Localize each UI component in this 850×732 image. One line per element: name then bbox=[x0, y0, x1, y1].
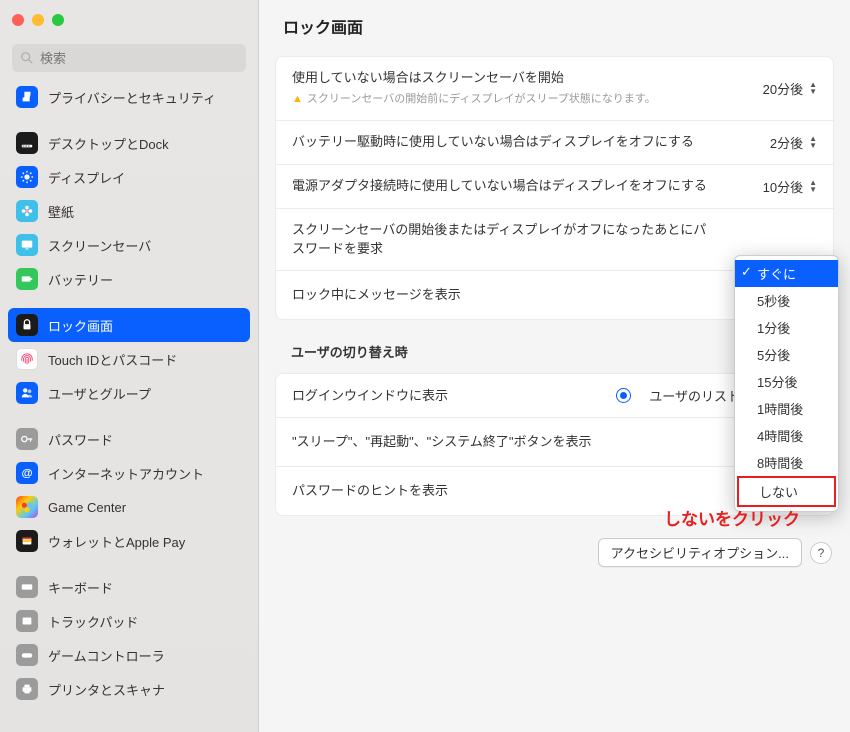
sidebar-item-label: インターネットアカウント bbox=[48, 464, 204, 483]
row-adapter-display-off: 電源アダプタ接続時に使用していない場合はディスプレイをオフにする 10分後▲▼ bbox=[276, 165, 833, 209]
sidebar-item-display[interactable]: ディスプレイ bbox=[8, 160, 250, 194]
printer-icon bbox=[16, 678, 38, 700]
stepper-icon: ▲▼ bbox=[809, 179, 817, 193]
gc-icon bbox=[16, 496, 38, 518]
sidebar-item-printer[interactable]: プリンタとスキャナ bbox=[8, 672, 250, 706]
sidebar-item-label: キーボード bbox=[48, 578, 113, 597]
row-label: スクリーンセーバの開始後またはディスプレイがオフになったあとにパスワードを要求 bbox=[292, 221, 715, 259]
sidebar-item-label: ディスプレイ bbox=[48, 168, 125, 187]
minimize-window[interactable] bbox=[32, 14, 44, 26]
stepper-icon: ▲▼ bbox=[809, 135, 817, 149]
screen-icon bbox=[16, 234, 38, 256]
battery-display-select[interactable]: 2分後▲▼ bbox=[770, 133, 817, 152]
sun-icon bbox=[16, 166, 38, 188]
sidebar-item-label: プライバシーとセキュリティ bbox=[48, 88, 216, 107]
radio-user-list[interactable] bbox=[616, 388, 631, 403]
sidebar-item-wallpaper[interactable]: 壁紙 bbox=[8, 194, 250, 228]
sidebar-item-label: プリンタとスキャナ bbox=[48, 680, 165, 699]
row-label: ロック中にメッセージを表示 bbox=[292, 286, 765, 305]
sidebar-item-users[interactable]: ユーザとグループ bbox=[8, 376, 250, 410]
adapter-display-select[interactable]: 10分後▲▼ bbox=[763, 177, 817, 196]
warning-icon: ▲ bbox=[292, 92, 303, 108]
hand-icon bbox=[16, 86, 38, 108]
dropdown-item-0[interactable]: すぐに bbox=[735, 260, 838, 287]
trackpad-icon bbox=[16, 610, 38, 632]
sidebar-item-keyboard[interactable]: キーボード bbox=[8, 570, 250, 604]
row-label: 使用していない場合はスクリーンセーバを開始 bbox=[292, 69, 751, 88]
dropdown-item-4[interactable]: 15分後 bbox=[735, 368, 838, 395]
dropdown-item-2[interactable]: 1分後 bbox=[735, 314, 838, 341]
password-delay-dropdown[interactable]: すぐに5秒後1分後5分後15分後1時間後4時間後8時間後しない bbox=[734, 255, 839, 512]
keyboard-icon bbox=[16, 576, 38, 598]
sidebar-item-gamecenter[interactable]: Game Center bbox=[8, 490, 250, 524]
battery-icon bbox=[16, 268, 38, 290]
finger-icon bbox=[16, 348, 38, 370]
close-window[interactable] bbox=[12, 14, 24, 26]
sidebar-item-label: ゲームコントローラ bbox=[48, 646, 165, 665]
page-title: ロック画面 bbox=[283, 14, 826, 38]
dropdown-item-1[interactable]: 5秒後 bbox=[735, 287, 838, 314]
sidebar-item-battery[interactable]: バッテリー bbox=[8, 262, 250, 296]
sidebar-item-label: デスクトップとDock bbox=[48, 134, 169, 153]
sidebar-item-internet[interactable]: @ インターネットアカウント bbox=[8, 456, 250, 490]
row-label: 電源アダプタ接続時に使用していない場合はディスプレイをオフにする bbox=[292, 177, 751, 196]
sidebar-item-label: Touch IDとパスコード bbox=[48, 350, 177, 369]
stepper-icon: ▲▼ bbox=[809, 81, 817, 95]
row-label: パスワードのヒントを表示 bbox=[292, 482, 765, 501]
sidebar-item-trackpad[interactable]: トラックパッド bbox=[8, 604, 250, 638]
sidebar-item-controller[interactable]: ゲームコントローラ bbox=[8, 638, 250, 672]
sidebar: プライバシーとセキュリティデスクトップとDock ディスプレイ壁紙スクリーンセーバ… bbox=[0, 0, 259, 732]
wallet-icon bbox=[16, 530, 38, 552]
footer: アクセシビリティオプション... ? bbox=[259, 524, 850, 581]
sidebar-item-label: Game Center bbox=[48, 500, 126, 515]
sidebar-item-label: ウォレットとApple Pay bbox=[48, 532, 185, 551]
search-input[interactable] bbox=[40, 51, 238, 66]
dropdown-item-6[interactable]: 4時間後 bbox=[735, 422, 838, 449]
sidebar-item-passwords[interactable]: パスワード bbox=[8, 422, 250, 456]
row-label: ログインウインドウに表示 bbox=[292, 387, 604, 406]
sidebar-item-wallet[interactable]: ウォレットとApple Pay bbox=[8, 524, 250, 558]
svg-text:@: @ bbox=[21, 468, 32, 480]
titlebar bbox=[0, 0, 258, 40]
annotation-text: しないをクリック bbox=[664, 505, 800, 530]
dropdown-item-3[interactable]: 5分後 bbox=[735, 341, 838, 368]
dropdown-item-8[interactable]: しない bbox=[737, 476, 836, 507]
search-icon bbox=[20, 51, 34, 65]
help-button[interactable]: ? bbox=[810, 542, 832, 564]
sidebar-item-label: トラックパッド bbox=[48, 612, 138, 631]
row-screensaver-start: 使用していない場合はスクリーンセーバを開始 ▲スクリーンセーバの開始前にディスプ… bbox=[276, 57, 833, 121]
row-label: "スリープ"、"再起動"、"システム終了"ボタンを表示 bbox=[292, 433, 765, 452]
sidebar-item-lock[interactable]: ロック画面 bbox=[8, 308, 250, 342]
sidebar-item-desktop[interactable]: デスクトップとDock bbox=[8, 126, 250, 160]
accessibility-button[interactable]: アクセシビリティオプション... bbox=[598, 538, 802, 567]
sidebar-item-touchid[interactable]: Touch IDとパスコード bbox=[8, 342, 250, 376]
sidebar-item-label: スクリーンセーバ bbox=[48, 236, 151, 255]
nav-list: プライバシーとセキュリティデスクトップとDock ディスプレイ壁紙スクリーンセーバ… bbox=[0, 80, 258, 732]
dropdown-item-7[interactable]: 8時間後 bbox=[735, 449, 838, 476]
sidebar-item-privacy[interactable]: プライバシーとセキュリティ bbox=[8, 80, 250, 114]
key-icon bbox=[16, 428, 38, 450]
sidebar-item-label: バッテリー bbox=[48, 270, 113, 289]
row-label: バッテリー駆動時に使用していない場合はディスプレイをオフにする bbox=[292, 133, 758, 152]
lock-icon bbox=[16, 314, 38, 336]
sidebar-item-screensaver[interactable]: スクリーンセーバ bbox=[8, 228, 250, 262]
sidebar-item-label: ユーザとグループ bbox=[48, 384, 151, 403]
users-icon bbox=[16, 382, 38, 404]
flower-icon bbox=[16, 200, 38, 222]
search-field[interactable] bbox=[12, 44, 246, 72]
page-header: ロック画面 bbox=[259, 0, 850, 48]
sidebar-item-label: ロック画面 bbox=[48, 316, 113, 335]
maximize-window[interactable] bbox=[52, 14, 64, 26]
screensaver-start-select[interactable]: 20分後▲▼ bbox=[763, 79, 817, 98]
sidebar-item-label: 壁紙 bbox=[48, 202, 74, 221]
sidebar-item-label: パスワード bbox=[48, 430, 113, 449]
row-warning: スクリーンセーバの開始前にディスプレイがスリープ状態になります。 bbox=[307, 92, 656, 108]
at-icon: @ bbox=[16, 462, 38, 484]
controller-icon bbox=[16, 644, 38, 666]
dropdown-item-5[interactable]: 1時間後 bbox=[735, 395, 838, 422]
dock-icon bbox=[16, 132, 38, 154]
row-battery-display-off: バッテリー駆動時に使用していない場合はディスプレイをオフにする 2分後▲▼ bbox=[276, 121, 833, 165]
traffic-lights bbox=[12, 14, 64, 26]
